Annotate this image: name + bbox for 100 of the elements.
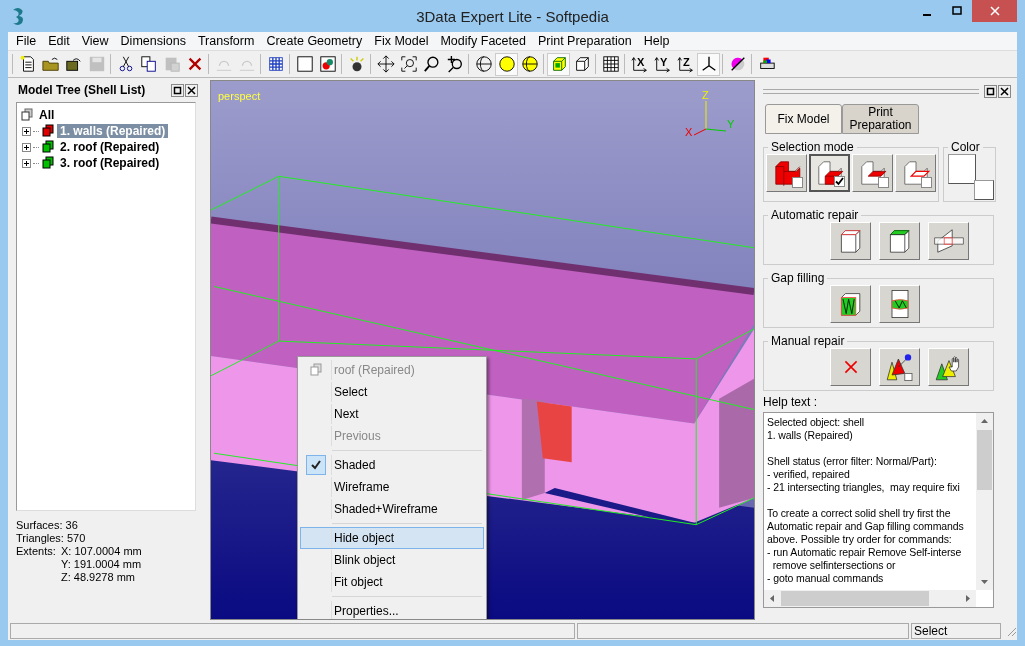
copy-icon <box>139 55 158 73</box>
triangles-hand-button[interactable] <box>928 348 969 386</box>
face-block-button[interactable] <box>809 154 850 192</box>
axis-arrows-icon <box>676 55 695 73</box>
menu-item[interactable]: Transform <box>191 34 261 48</box>
close-button[interactable] <box>998 84 1011 98</box>
extent-value: Y: 191.0004 mm <box>61 558 142 571</box>
z-axis-label: Z <box>702 90 709 101</box>
square-icon <box>295 55 314 73</box>
axis-view-button[interactable]: Y <box>651 52 674 76</box>
expander-icon[interactable] <box>22 158 31 168</box>
menu-item[interactable]: Wireframe <box>300 476 484 498</box>
menu-item[interactable]: Shaded <box>300 454 484 476</box>
panel-title: Model Tree (Shell List) <box>18 83 147 97</box>
outline-block-button[interactable] <box>895 154 936 192</box>
folder-arrow-icon <box>64 55 83 73</box>
window-title: 3Data Expert Lite - Softpedia <box>416 7 609 25</box>
group-title: Manual repair <box>770 334 846 348</box>
move-icon <box>376 55 395 73</box>
menu-item[interactable]: Properties... <box>300 600 484 619</box>
cube-edges-button[interactable] <box>830 222 871 260</box>
stacked-pages-icon <box>20 108 34 122</box>
grid-icon <box>601 55 620 73</box>
menu-item[interactable]: Select <box>300 381 484 403</box>
menu-item[interactable]: Modify Faceted <box>434 34 532 48</box>
restore-button[interactable] <box>984 84 997 98</box>
menu-item[interactable]: Help <box>637 34 676 48</box>
close-icon <box>187 85 196 95</box>
help-label: Help text : <box>763 395 819 409</box>
group-title: Gap filling <box>770 271 826 285</box>
extent-value: X: 107.0004 mm <box>61 545 142 558</box>
group-title: Color <box>950 140 981 154</box>
sphere-button[interactable] <box>495 52 518 76</box>
menu-item[interactable]: Print Preparation <box>531 34 638 48</box>
cube-top-fill-button[interactable] <box>879 222 920 260</box>
expander-icon[interactable] <box>22 126 31 136</box>
y-axis-label: Y <box>727 119 735 130</box>
group-title: Automatic repair <box>770 208 860 222</box>
menu-item[interactable]: File <box>10 34 43 48</box>
close-icon <box>989 6 1000 16</box>
tree-item[interactable]: 2. roof (Repaired) <box>57 140 163 154</box>
triangles-pin-button[interactable] <box>879 348 920 386</box>
save-icon <box>87 55 106 73</box>
folder-icon <box>41 55 60 73</box>
horizontal-scrollbar[interactable] <box>764 590 976 607</box>
menu-item[interactable]: Fix Model <box>368 34 435 48</box>
iso-view-button[interactable] <box>697 52 720 76</box>
tab[interactable]: Fix Model <box>765 104 842 134</box>
x-axis-label: X <box>685 127 693 138</box>
color-swatch[interactable] <box>946 154 992 198</box>
axis-view-button[interactable]: X <box>628 52 651 76</box>
help-paragraph: Shell status (error filter: Normal/Part): - verified, repaired - 21 intersecting triangles, may require fixi <box>767 455 961 494</box>
cut-icon <box>116 55 135 73</box>
intersecting-planes-button[interactable] <box>928 222 969 260</box>
axis-arrows-icon <box>653 55 672 73</box>
restore-button[interactable] <box>171 83 184 97</box>
group-title: Selection mode <box>770 140 855 154</box>
axis-view-button[interactable]: Z <box>674 52 697 76</box>
triangles-count: Triangles: 570 <box>16 532 87 545</box>
color-dots-icon <box>318 55 337 73</box>
vertical-scrollbar[interactable] <box>976 413 993 590</box>
close-icon <box>1000 86 1009 96</box>
zoom-in-icon <box>445 55 464 73</box>
menu-item[interactable]: Dimensions <box>114 34 192 48</box>
expander-icon[interactable] <box>22 142 31 152</box>
sphere-wire-icon <box>520 55 539 73</box>
gap-band-button[interactable] <box>879 285 920 323</box>
help-paragraph: Selected object: shell 1. walls (Repaired) <box>767 416 866 442</box>
checkbox-icon <box>792 177 803 188</box>
menu-item[interactable]: Next <box>300 403 484 425</box>
menu-item[interactable]: Blink object <box>300 549 484 571</box>
edge-block-button[interactable] <box>852 154 893 192</box>
menu-item[interactable]: Create Geometry <box>260 34 369 48</box>
move-button[interactable] <box>374 52 397 76</box>
surfaces-count: Surfaces: 36 <box>16 519 79 532</box>
checkbox-icon <box>921 177 932 188</box>
tree-item[interactable]: All <box>36 108 58 122</box>
resize-grip-icon[interactable] <box>1005 625 1017 637</box>
maximize-icon <box>952 6 962 16</box>
view-mode-label: perspect <box>218 90 261 102</box>
shaded-cube-button[interactable] <box>547 52 570 76</box>
menu-item[interactable]: Hide object <box>300 527 484 549</box>
checkmark-icon <box>306 455 326 475</box>
menu-item[interactable]: Fit object <box>300 571 484 593</box>
menu-item[interactable]: Shaded+Wireframe <box>300 498 484 520</box>
close-button[interactable] <box>185 83 198 97</box>
gap-cube-button[interactable] <box>830 285 871 323</box>
menu-item[interactable]: View <box>75 34 115 48</box>
checkbox-icon <box>878 177 889 188</box>
solid-block-button[interactable] <box>766 154 807 192</box>
globe-icon <box>474 55 493 73</box>
tab[interactable]: Print Preparation <box>842 104 919 134</box>
delete-button[interactable] <box>830 348 871 386</box>
restore-icon <box>986 86 995 96</box>
tree-item[interactable]: 3. roof (Repaired) <box>57 156 163 170</box>
checkbox-icon <box>834 176 845 187</box>
menu-item[interactable]: Edit <box>42 34 76 48</box>
restore-icon <box>173 85 182 95</box>
axis-arrows-icon <box>630 55 649 73</box>
minimize-icon <box>922 14 932 16</box>
